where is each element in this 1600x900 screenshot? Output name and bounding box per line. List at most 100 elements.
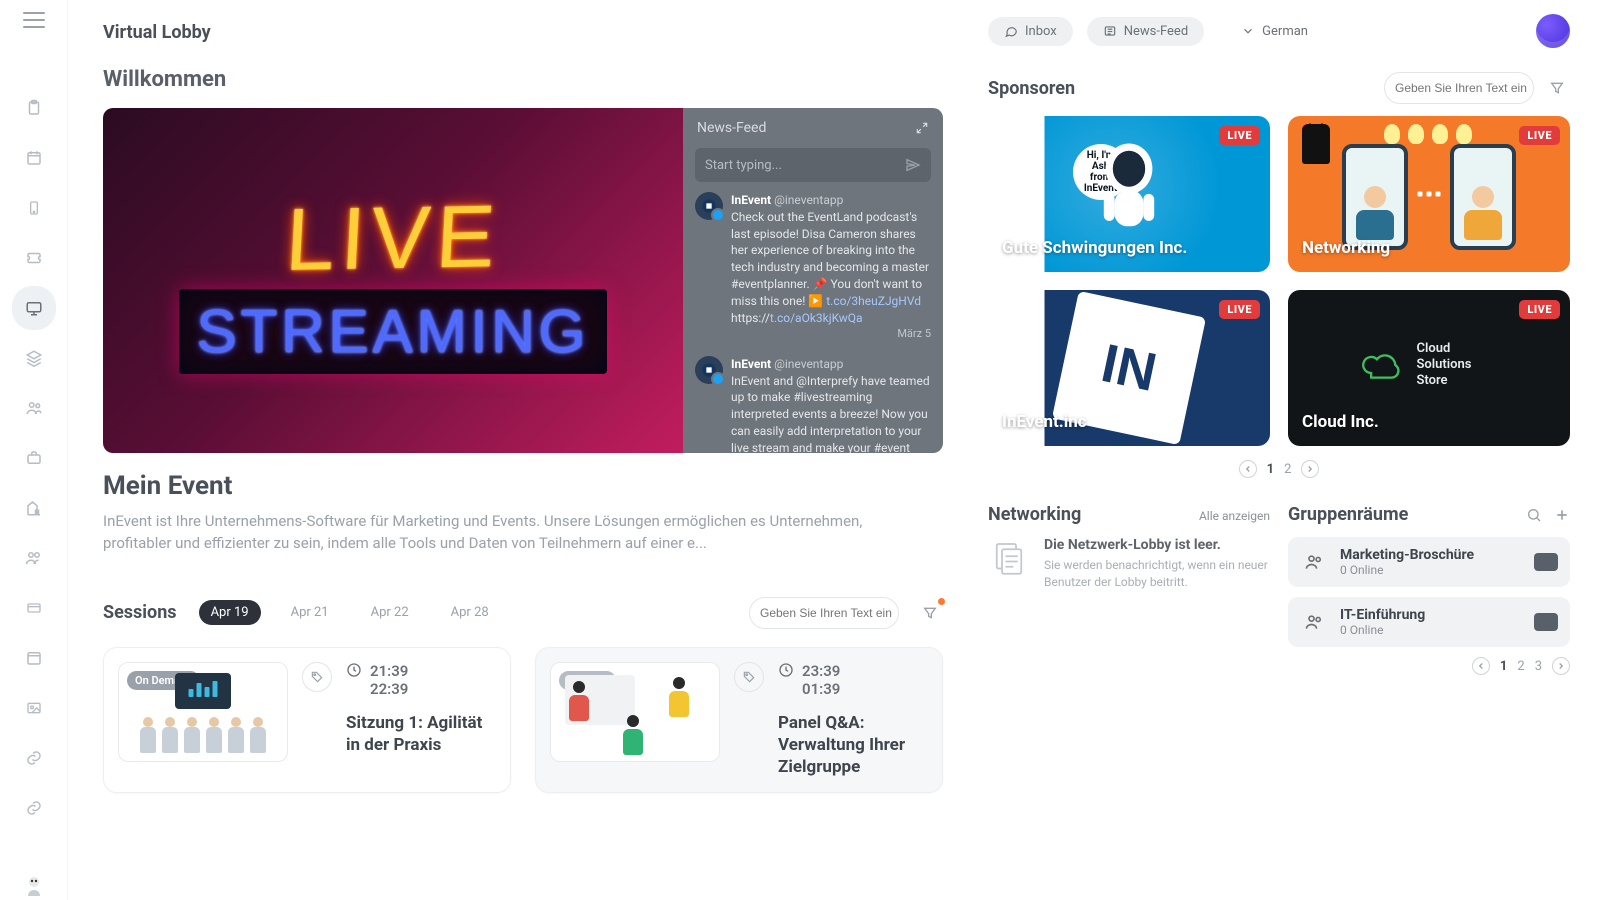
pager-page[interactable]: 2 <box>1284 462 1291 477</box>
newspaper-icon <box>1103 24 1117 38</box>
bot-avatar-icon[interactable] <box>20 872 48 900</box>
cloud-logo: Cloud Solutions Store <box>1359 335 1500 395</box>
schedule-nav-icon[interactable] <box>20 644 48 672</box>
clipboard-nav-icon[interactable] <box>20 94 48 122</box>
pager-next-button[interactable] <box>1552 657 1570 675</box>
page-title: Virtual Lobby <box>103 22 943 43</box>
grouprooms-add-button[interactable] <box>1554 507 1570 523</box>
pager-prev-button[interactable] <box>1472 657 1490 675</box>
chevron-down-icon <box>1241 24 1255 38</box>
phone-nav-icon[interactable] <box>20 194 48 222</box>
post-avatar-icon <box>695 192 723 220</box>
feed-compose-input[interactable]: Start typing... <box>695 148 931 182</box>
hero-video-area[interactable]: LIVE STREAMING <box>103 108 683 453</box>
link-nav-icon[interactable] <box>20 744 48 772</box>
grouprooms-heading: Gruppenräume <box>1288 504 1408 525</box>
document-stack-icon <box>988 537 1030 579</box>
inbox-chip[interactable]: Inbox <box>988 17 1073 46</box>
sponsor-title: Cloud Inc. <box>1302 412 1379 432</box>
tag-icon[interactable] <box>302 662 332 692</box>
language-chip[interactable]: German <box>1218 17 1324 46</box>
pager-next-button[interactable] <box>1301 460 1319 478</box>
card-nav-icon[interactable] <box>20 594 48 622</box>
sponsor-card[interactable]: LIVE Networking <box>1288 116 1570 272</box>
post-text: Check out the EventLand podcast's last e… <box>731 209 931 327</box>
camera-icon[interactable] <box>1534 613 1558 631</box>
hero-streaming-text: STREAMING <box>197 297 590 366</box>
hamburger-menu[interactable] <box>23 12 45 28</box>
session-filter-button[interactable] <box>917 600 943 626</box>
photo-nav-icon[interactable] <box>20 694 48 722</box>
event-title: Mein Event <box>103 471 943 501</box>
session-time-end: 01:39 <box>802 680 840 698</box>
session-search-field[interactable] <box>760 606 915 620</box>
language-label: German <box>1262 24 1308 39</box>
session-thumbnail: Beendet <box>550 662 720 762</box>
sponsor-search-input[interactable] <box>1384 72 1534 104</box>
astronaut-icon <box>1084 134 1174 244</box>
filter-active-dot <box>938 598 945 605</box>
pager-page[interactable]: 1 <box>1267 462 1274 477</box>
grouprooms-search-button[interactable] <box>1526 507 1542 523</box>
sponsors-heading: Sponsoren <box>988 78 1075 99</box>
sponsor-filter-button[interactable] <box>1544 75 1570 101</box>
clock-icon <box>346 662 362 678</box>
grouprooms-pager: 1 2 3 <box>1288 657 1570 675</box>
link2-nav-icon[interactable] <box>20 794 48 822</box>
pager-page[interactable]: 1 <box>1500 659 1507 674</box>
group-nav-icon[interactable] <box>20 394 48 422</box>
newsfeed-label: News-Feed <box>1124 24 1188 39</box>
session-date-tab[interactable]: Apr 19 <box>199 600 261 625</box>
session-search-input[interactable] <box>749 597 899 629</box>
post-author: InEvent <box>731 357 771 371</box>
session-card[interactable]: Beendet 23:39 01:39 <box>535 647 943 793</box>
session-card[interactable]: On Demand 21:39 22:39 <box>103 647 511 793</box>
empty-subtitle: Sie werden benachrichtigt, wenn ein neue… <box>1044 557 1270 591</box>
feed-post[interactable]: InEvent @ineventapp Check out the EventL… <box>695 192 931 342</box>
pager-page[interactable]: 3 <box>1535 659 1542 674</box>
left-nav-rail <box>0 0 68 900</box>
virtual-lobby-nav-icon[interactable] <box>20 294 48 322</box>
attendees-nav-icon[interactable] <box>20 544 48 572</box>
networking-showall-link[interactable]: Alle anzeigen <box>1199 509 1270 523</box>
post-handle: @ineventapp <box>774 357 843 371</box>
news-feed-panel: News-Feed Start typing... InEve <box>683 108 943 453</box>
tag-icon[interactable] <box>734 662 764 692</box>
pager-prev-button[interactable] <box>1239 460 1257 478</box>
sponsor-title: Gute Schwingungen Inc. <box>1002 238 1187 258</box>
feed-post[interactable]: InEvent @ineventapp InEvent and @Interpr… <box>695 356 931 453</box>
room-name: Marketing-Broschüre <box>1340 547 1522 563</box>
camera-icon[interactable] <box>1534 553 1558 571</box>
live-badge: LIVE <box>1519 300 1560 319</box>
layers-nav-icon[interactable] <box>20 344 48 372</box>
welcome-heading: Willkommen <box>103 67 943 92</box>
ticket-nav-icon[interactable] <box>20 244 48 272</box>
session-date-tab[interactable]: Apr 22 <box>359 600 421 625</box>
briefcase-nav-icon[interactable] <box>20 444 48 472</box>
expand-icon[interactable] <box>915 121 929 135</box>
session-date-tab[interactable]: Apr 21 <box>279 600 341 625</box>
building-nav-icon[interactable] <box>20 494 48 522</box>
user-avatar[interactable] <box>1536 14 1570 48</box>
empty-title: Die Netzwerk-Lobby ist leer. <box>1044 537 1270 553</box>
group-room-item[interactable]: Marketing-Broschüre 0 Online <box>1288 537 1570 587</box>
sponsor-search-field[interactable] <box>1395 81 1550 95</box>
sponsor-card[interactable]: LIVE IN InEvent.inc <box>988 290 1270 446</box>
post-avatar-icon <box>695 356 723 384</box>
room-name: IT-Einführung <box>1340 607 1522 623</box>
sponsor-card[interactable]: LIVE Cloud Solutions Store Cloud Inc. <box>1288 290 1570 446</box>
post-text: InEvent and @Interprefy have teamed up t… <box>731 373 931 453</box>
send-icon[interactable] <box>905 157 921 173</box>
room-online: 0 Online <box>1340 563 1522 577</box>
sponsor-card[interactable]: LIVE Hi, I'm Ash from InEvent Gute Schwi… <box>988 116 1270 272</box>
networking-empty-state: Die Netzwerk-Lobby ist leer. Sie werden … <box>988 537 1270 591</box>
sponsor-pager: 1 2 <box>988 460 1570 478</box>
session-date-tab[interactable]: Apr 28 <box>439 600 501 625</box>
session-time-start: 21:39 <box>370 662 408 680</box>
newsfeed-chip[interactable]: News-Feed <box>1087 17 1204 46</box>
welcome-hero: LIVE STREAMING News-Feed Start typing... <box>103 108 943 453</box>
group-room-item[interactable]: IT-Einführung 0 Online <box>1288 597 1570 647</box>
session-time-start: 23:39 <box>802 662 840 680</box>
pager-page[interactable]: 2 <box>1517 659 1524 674</box>
calendar-nav-icon[interactable] <box>20 144 48 172</box>
